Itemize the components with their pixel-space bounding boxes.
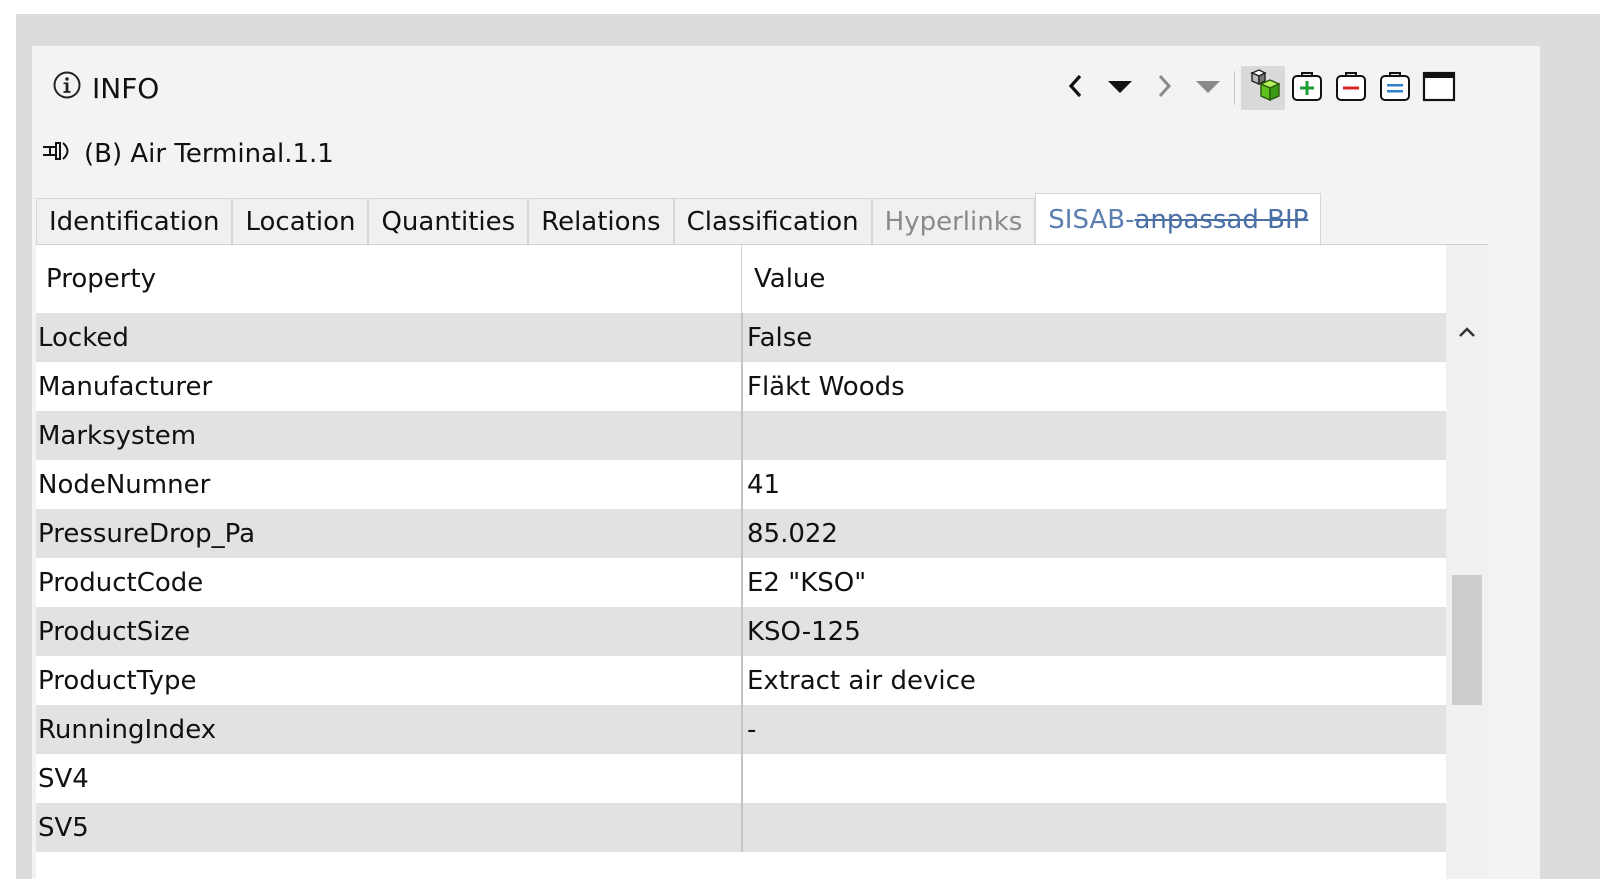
forward-history-dropdown[interactable] — [1186, 66, 1230, 110]
tab-bar: Identification Location Quantities Relat… — [36, 193, 1322, 245]
value-cell[interactable]: E2 "KSO" — [741, 558, 1446, 607]
forward-history-dropdown-icon — [1195, 76, 1221, 100]
value-cell[interactable]: Fläkt Woods — [741, 362, 1446, 411]
tab-sisab-label: SISAB- — [1048, 204, 1135, 235]
tab-identification[interactable]: Identification — [36, 198, 233, 244]
info-icon — [52, 70, 82, 107]
property-table: Property Value Locked False Manufacturer… — [36, 244, 1488, 879]
table-row[interactable]: ProductSize KSO-125 — [36, 607, 1446, 656]
column-header-property[interactable]: Property — [36, 245, 741, 313]
remove-property-icon — [1334, 69, 1368, 107]
add-property-icon — [1290, 69, 1324, 107]
back-history-dropdown-icon — [1107, 76, 1133, 100]
property-cell: RunningIndex — [38, 714, 217, 745]
table-body: Locked False Manufacturer Fläkt Woods Ma… — [36, 313, 1446, 852]
back-chevron-icon — [1066, 72, 1086, 104]
property-cell: NodeNumner — [38, 469, 211, 500]
property-cell: SV4 — [38, 763, 89, 794]
panel-title: INFO — [92, 71, 160, 105]
value-cell[interactable]: 85.022 — [741, 509, 1446, 558]
value-cell[interactable]: KSO-125 — [741, 607, 1446, 656]
property-cell: ProductSize — [38, 616, 191, 647]
value-cell[interactable] — [741, 411, 1446, 460]
property-cell: SV5 — [38, 812, 89, 843]
table-row[interactable]: PressureDrop_Pa 85.022 — [36, 509, 1446, 558]
table-row[interactable]: Manufacturer Fläkt Woods — [36, 362, 1446, 411]
value-cell[interactable]: - — [741, 705, 1446, 754]
select-in-model-button[interactable] — [1241, 66, 1285, 110]
toolbar — [1054, 66, 1461, 110]
select-in-model-icon — [1246, 69, 1281, 107]
property-cell: Manufacturer — [38, 371, 213, 402]
remove-property-button[interactable] — [1329, 66, 1373, 110]
add-property-button[interactable] — [1285, 66, 1329, 110]
tab-classification[interactable]: Classification — [673, 198, 872, 244]
back-button[interactable] — [1054, 66, 1098, 110]
table-row[interactable]: Locked False — [36, 313, 1446, 362]
column-header-value[interactable]: Value — [741, 245, 1446, 313]
table-row[interactable]: SV5 — [36, 803, 1446, 852]
edit-property-button[interactable] — [1373, 66, 1417, 110]
forward-button[interactable] — [1142, 66, 1186, 110]
chevron-up-icon — [1457, 324, 1477, 343]
back-history-dropdown[interactable] — [1098, 66, 1142, 110]
value-cell[interactable] — [741, 754, 1446, 803]
object-name: (B) Air Terminal.1.1 — [84, 139, 334, 169]
tab-location[interactable]: Location — [232, 198, 369, 244]
tab-relations[interactable]: Relations — [528, 198, 674, 244]
maximize-window-icon — [1422, 69, 1456, 107]
info-panel: INFO (B) Air Terminal.1.1 Identification… — [32, 46, 1540, 879]
value-cell[interactable]: 41 — [741, 460, 1446, 509]
forward-chevron-icon — [1154, 72, 1174, 104]
tab-sisab-strike-label: anpassad BIP — [1134, 204, 1309, 235]
property-cell: Marksystem — [38, 420, 197, 451]
table-row[interactable]: ProductType Extract air device — [36, 656, 1446, 705]
scrollbar-thumb[interactable] — [1452, 575, 1482, 705]
tab-quantities[interactable]: Quantities — [368, 198, 529, 244]
table-row[interactable]: ProductCode E2 "KSO" — [36, 558, 1446, 607]
selected-object: (B) Air Terminal.1.1 — [42, 134, 334, 174]
toolbar-separator — [1234, 71, 1235, 105]
edit-property-icon — [1378, 69, 1412, 107]
table-row[interactable]: SV4 — [36, 754, 1446, 803]
property-cell: Locked — [38, 322, 129, 353]
property-cell: ProductType — [38, 665, 197, 696]
scroll-up-button[interactable] — [1446, 313, 1488, 353]
table-row[interactable]: Marksystem — [36, 411, 1446, 460]
value-cell[interactable] — [741, 803, 1446, 852]
value-cell[interactable]: Extract air device — [741, 656, 1446, 705]
panel-header: INFO — [52, 70, 159, 106]
tab-sisab[interactable]: SISAB-anpassad BIP — [1035, 193, 1322, 245]
vertical-scrollbar[interactable] — [1446, 245, 1488, 879]
property-cell: ProductCode — [38, 567, 204, 598]
air-terminal-icon — [42, 138, 74, 171]
property-cell: PressureDrop_Pa — [38, 518, 256, 549]
tab-hyperlinks[interactable]: Hyperlinks — [871, 198, 1036, 244]
table-row[interactable]: RunningIndex - — [36, 705, 1446, 754]
table-header: Property Value — [36, 245, 1446, 313]
maximize-window-button[interactable] — [1417, 66, 1461, 110]
value-cell[interactable]: False — [741, 313, 1446, 362]
window-frame: INFO (B) Air Terminal.1.1 Identification… — [16, 14, 1600, 879]
table-row[interactable]: NodeNumner 41 — [36, 460, 1446, 509]
